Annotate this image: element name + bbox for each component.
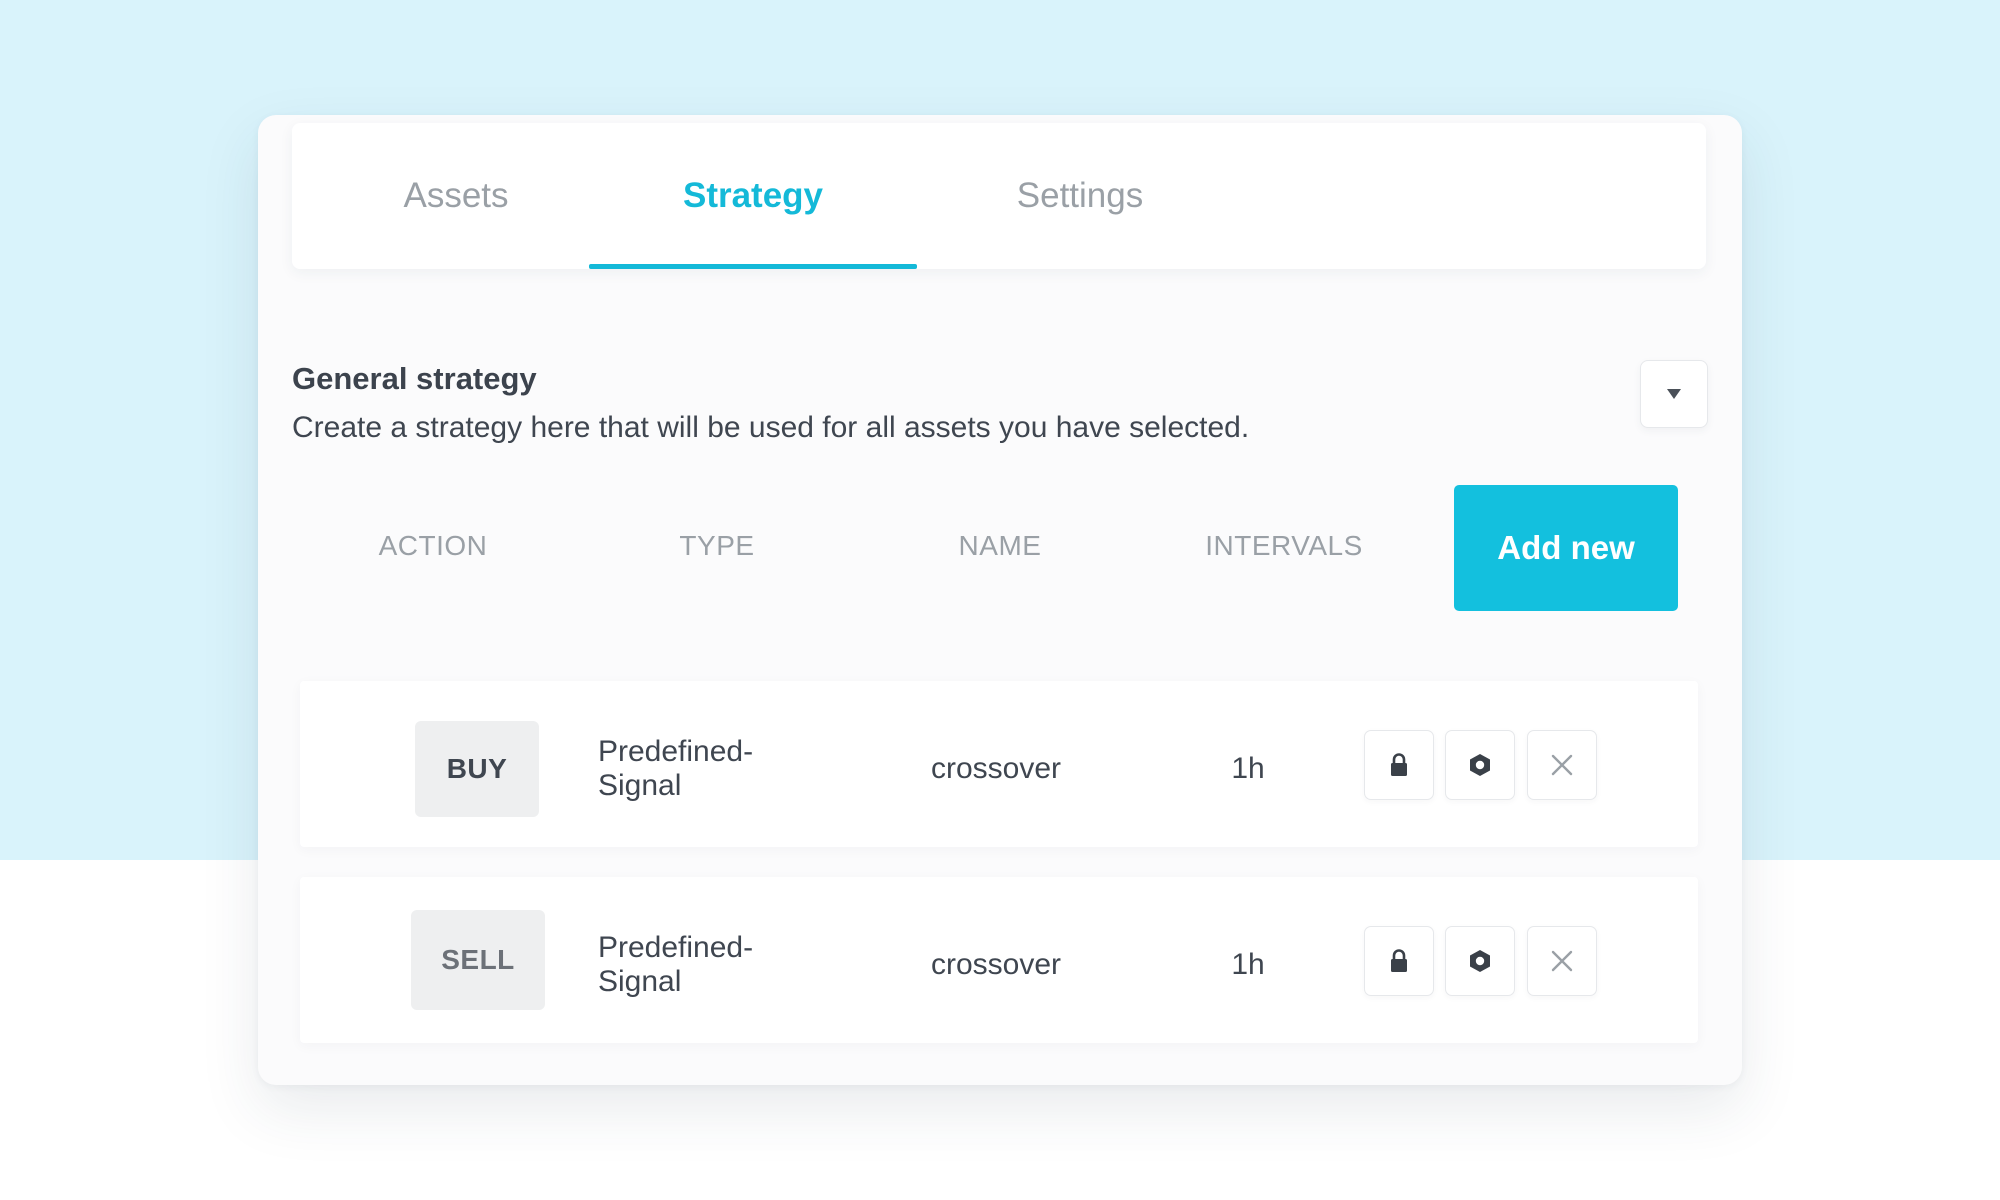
delete-button[interactable] bbox=[1527, 926, 1597, 996]
tab-settings[interactable]: Settings bbox=[916, 123, 1244, 269]
caret-down-icon bbox=[1667, 389, 1681, 399]
table-row: SELL Predefined-Signal crossover 1h bbox=[300, 877, 1698, 1043]
section-description: Create a strategy here that will be used… bbox=[292, 411, 1250, 444]
row-interval: 1h bbox=[1231, 752, 1265, 785]
lock-button[interactable] bbox=[1364, 926, 1434, 996]
row-interval: 1h bbox=[1231, 948, 1265, 981]
tab-assets[interactable]: Assets bbox=[292, 123, 620, 269]
row-type: Predefined-Signal bbox=[598, 735, 754, 802]
tab-strategy[interactable]: Strategy bbox=[589, 123, 917, 269]
collapse-button[interactable] bbox=[1640, 360, 1708, 428]
row-name: crossover bbox=[930, 948, 1062, 981]
row-type: Predefined-Signal bbox=[598, 931, 754, 998]
delete-button[interactable] bbox=[1527, 730, 1597, 800]
settings-icon bbox=[1470, 950, 1490, 972]
column-header-name: NAME bbox=[958, 530, 1042, 561]
lock-button[interactable] bbox=[1364, 730, 1434, 800]
add-new-button[interactable]: Add new bbox=[1454, 485, 1678, 611]
action-badge-buy: BUY bbox=[415, 721, 539, 817]
close-icon bbox=[1551, 754, 1573, 776]
table-row: BUY Predefined-Signal crossover 1h bbox=[300, 681, 1698, 847]
strategy-card: Assets Strategy Settings General strateg… bbox=[258, 115, 1742, 1085]
action-badge-sell: SELL bbox=[411, 910, 545, 1010]
settings-button[interactable] bbox=[1445, 926, 1515, 996]
close-icon bbox=[1551, 950, 1573, 972]
column-header-type: TYPE bbox=[679, 530, 755, 561]
row-name: crossover bbox=[930, 752, 1062, 785]
tab-bar: Assets Strategy Settings bbox=[292, 123, 1706, 269]
column-header-intervals: INTERVALS bbox=[1205, 530, 1363, 561]
settings-icon bbox=[1470, 754, 1490, 776]
section-title: General strategy bbox=[292, 361, 537, 396]
lock-icon bbox=[1391, 753, 1407, 776]
column-header-action: ACTION bbox=[378, 530, 488, 561]
lock-icon bbox=[1391, 949, 1407, 972]
settings-button[interactable] bbox=[1445, 730, 1515, 800]
